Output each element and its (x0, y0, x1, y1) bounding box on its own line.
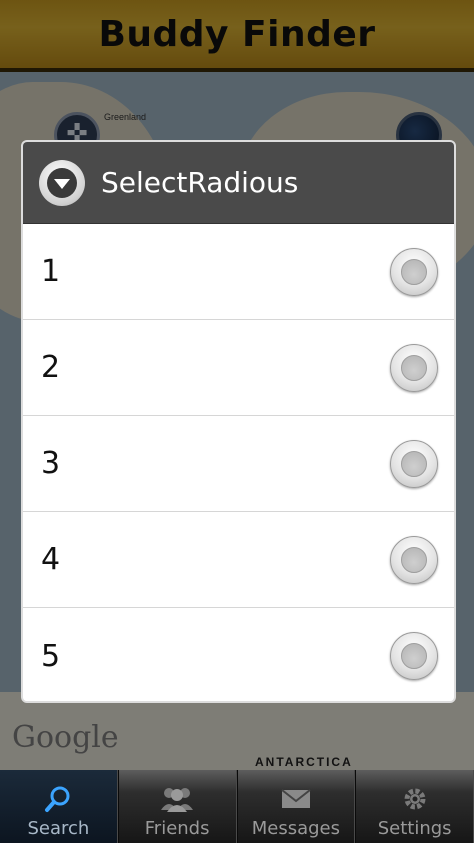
option-label: 2 (41, 350, 61, 385)
radio-button[interactable] (390, 247, 438, 296)
gear-icon (400, 784, 430, 818)
dialog-header: SelectRadious (23, 142, 454, 224)
radio-button[interactable] (390, 439, 438, 488)
option-label: 5 (41, 638, 61, 674)
screen: Buddy Finder Greenland ANTARCTICA Google… (0, 0, 474, 843)
tab-friends[interactable]: Friends (117, 770, 237, 843)
radius-option-1[interactable]: 1 (23, 224, 454, 320)
tab-search[interactable]: Search (0, 770, 118, 843)
radius-option-4[interactable]: 4 (23, 512, 454, 608)
radius-option-5[interactable]: 5 (23, 608, 454, 701)
radius-option-3[interactable]: 3 (23, 416, 454, 512)
radio-button[interactable] (390, 632, 438, 680)
radio-button[interactable] (390, 343, 438, 392)
search-icon (43, 784, 73, 818)
tab-label: Friends (144, 818, 210, 839)
radius-option-2[interactable]: 2 (23, 320, 454, 416)
envelope-icon (279, 784, 313, 818)
chevron-down-circle-icon (39, 159, 85, 206)
select-radius-dialog: SelectRadious 1 2 3 4 5 (21, 140, 456, 703)
tab-label: Search (27, 818, 90, 839)
tab-messages[interactable]: Messages (236, 770, 356, 843)
tab-settings[interactable]: Settings (355, 770, 474, 843)
radius-options-list: 1 2 3 4 5 (23, 224, 454, 701)
dialog-title: SelectRadious (101, 166, 299, 199)
friends-icon (157, 784, 197, 818)
radio-button[interactable] (390, 535, 438, 584)
tab-label: Messages (251, 818, 341, 839)
option-label: 3 (41, 446, 61, 481)
option-label: 4 (41, 542, 61, 577)
bottom-tab-bar: Search Friends Messages Settings (0, 770, 474, 843)
option-label: 1 (41, 254, 61, 289)
tab-label: Settings (377, 818, 452, 839)
